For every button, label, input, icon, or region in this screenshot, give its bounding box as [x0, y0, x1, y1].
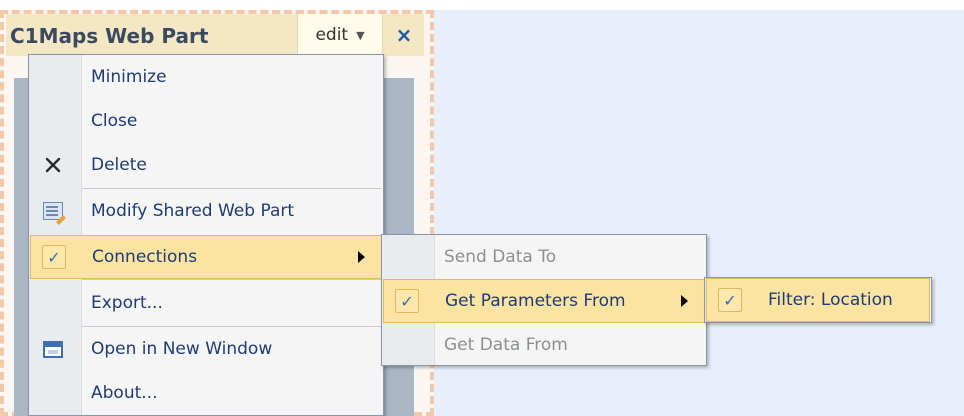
close-webpart-button[interactable]: ×: [387, 18, 421, 52]
menu-item-modify-shared-web-part[interactable]: Modify Shared Web Part: [30, 189, 382, 233]
webpart-title: C1Maps Web Part: [10, 24, 209, 48]
edit-menu-button[interactable]: edit ▼: [297, 14, 383, 56]
menu-item-open-in-new-window[interactable]: Open in New Window: [30, 327, 382, 371]
delete-x-icon: [38, 150, 68, 180]
check-icon: ✓: [47, 247, 61, 267]
menu-separator: [82, 279, 382, 280]
menu-item-close[interactable]: Close: [30, 99, 382, 143]
menu-item-about[interactable]: About...: [30, 371, 382, 415]
menu-item-get-data-from: Get Data From: [444, 335, 568, 355]
edit-menu: Minimize Close Delete Modify Shared Web …: [28, 54, 384, 416]
chevron-down-icon: ▼: [356, 28, 365, 42]
edit-properties-icon: [43, 202, 63, 220]
check-icon: ✓: [723, 290, 737, 310]
menu-item-get-parameters-from[interactable]: ✓ Get Parameters From: [383, 279, 705, 323]
edit-label: edit: [315, 25, 349, 45]
menu-item-send-data-to: Send Data To: [444, 247, 557, 267]
menu-item-filter-location[interactable]: ✓ Filter: Location: [706, 278, 930, 322]
parameters-submenu: ✓ Filter: Location: [704, 277, 932, 323]
menu-item-export[interactable]: Export...: [30, 281, 382, 325]
submenu-arrow-icon: [358, 251, 365, 263]
submenu-arrow-icon: [681, 295, 688, 307]
window-icon: [43, 340, 63, 358]
menu-item-delete[interactable]: Delete: [30, 143, 382, 187]
check-icon: ✓: [400, 291, 414, 311]
menu-item-minimize[interactable]: Minimize: [30, 55, 382, 99]
connections-submenu: Send Data To ✓ Get Parameters From Get D…: [381, 234, 707, 366]
menu-item-connections[interactable]: ✓ Connections: [30, 235, 382, 279]
